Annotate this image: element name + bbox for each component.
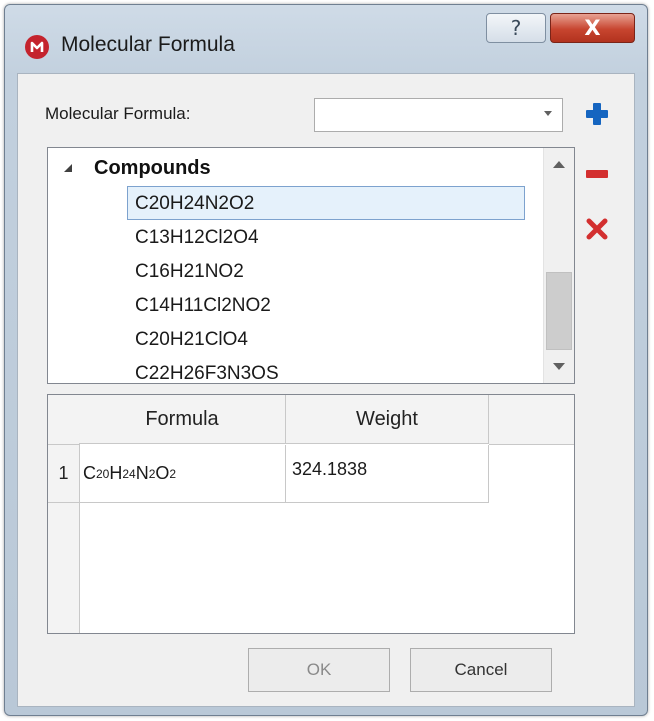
tree-scrollbar[interactable]: [543, 148, 574, 383]
row-header-column: 1: [48, 445, 80, 633]
grid-corner: [48, 395, 80, 445]
scroll-thumb[interactable]: [546, 272, 572, 350]
molecular-formula-combo[interactable]: [314, 98, 563, 132]
column-header-formula[interactable]: Formula: [79, 395, 286, 444]
add-formula-button[interactable]: [584, 101, 610, 127]
close-button[interactable]: X: [550, 13, 635, 43]
column-header-weight[interactable]: Weight: [286, 395, 489, 444]
tree-header-label: Compounds: [94, 156, 211, 179]
chevron-up-icon: [553, 161, 565, 168]
ok-button[interactable]: OK: [248, 648, 390, 692]
help-button[interactable]: ?: [486, 13, 546, 43]
formula-grid[interactable]: Formula Weight 1 C 20 H 24 N 2 O 2 324.1838: [47, 394, 575, 634]
tree-items: C20H24N2O2 C13H12Cl2O4 C16H21NO2 C14H11C…: [127, 186, 525, 383]
formula-cell[interactable]: C 20 H 24 N 2 O 2: [79, 445, 286, 503]
tree-item-formula[interactable]: C20H21ClO4: [127, 322, 525, 356]
delete-x-icon: [586, 218, 608, 240]
chevron-down-icon: [553, 363, 565, 370]
row-number[interactable]: 1: [48, 445, 79, 503]
tree-item-formula[interactable]: C13H12Cl2O4: [127, 220, 525, 254]
tree-node-compounds[interactable]: Compounds: [64, 154, 211, 182]
tree-item-formula[interactable]: C20H24N2O2: [127, 186, 525, 220]
compounds-tree[interactable]: Compounds C20H24N2O2 C13H12Cl2O4 C16H21N…: [47, 147, 575, 384]
remove-formula-button[interactable]: [584, 161, 610, 187]
delete-formula-button[interactable]: [584, 216, 610, 242]
window-title: Molecular Formula: [61, 33, 235, 56]
scroll-down-button[interactable]: [546, 353, 572, 381]
tree-item-formula[interactable]: C14H11Cl2NO2: [127, 288, 525, 322]
cancel-button[interactable]: Cancel: [410, 648, 552, 692]
chevron-down-icon[interactable]: [544, 111, 552, 116]
plus-icon: [586, 103, 608, 125]
header-filler: [489, 395, 574, 445]
dialog-window: Molecular Formula ? X Molecular Formula:: [4, 4, 648, 716]
dialog-body: Molecular Formula: Compounds C20H24N2O2 …: [17, 73, 635, 707]
molecular-formula-label: Molecular Formula:: [45, 104, 191, 123]
close-icon: X: [584, 16, 601, 40]
weight-cell[interactable]: 324.1838: [286, 445, 489, 503]
app-logo-icon: [25, 35, 49, 59]
expand-triangle-icon[interactable]: [64, 164, 72, 172]
tree-item-formula[interactable]: C16H21NO2: [127, 254, 525, 288]
help-icon: ?: [510, 16, 522, 40]
tree-item-formula[interactable]: C22H26F3N3OS: [127, 356, 525, 383]
minus-icon: [586, 170, 608, 178]
scroll-up-button[interactable]: [546, 150, 572, 178]
